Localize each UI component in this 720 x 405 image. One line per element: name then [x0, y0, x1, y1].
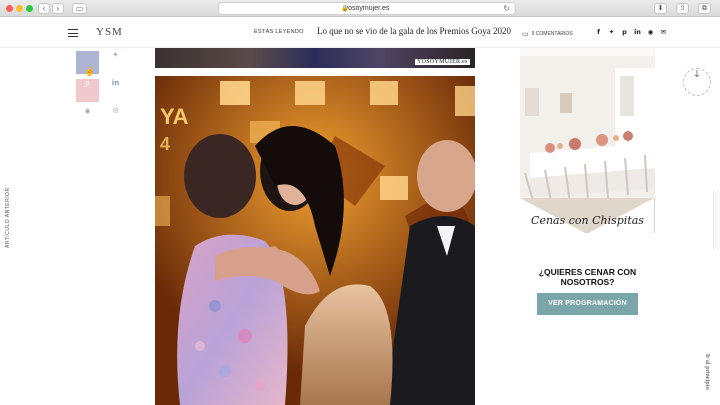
next-article-tab[interactable]: [713, 190, 720, 250]
pinterest-icon[interactable]: p: [618, 28, 631, 36]
mouse-pointer-icon: ☝: [84, 66, 96, 76]
zoom-window-button[interactable]: [26, 5, 33, 12]
menu-icon[interactable]: [68, 29, 78, 37]
ad-question: ¿QUIERES CENAR CON NOSOTROS?: [538, 267, 637, 287]
scroll-down-icon[interactable]: ↓: [683, 68, 711, 96]
comments-count: 9 COMENTARIOS: [531, 31, 573, 37]
close-window-button[interactable]: [6, 5, 13, 12]
image-watermark: YOSOYMUJER.es: [415, 59, 470, 65]
reload-icon[interactable]: ↻: [503, 3, 510, 15]
linkedin-icon[interactable]: in: [631, 28, 644, 36]
header-share-icons: f ✦ p in ◉ ✉: [592, 28, 670, 36]
goya-logo-text: YA: [160, 104, 189, 129]
facebook-icon[interactable]: f: [592, 28, 605, 36]
twitter-icon[interactable]: ✦: [605, 28, 618, 36]
address-bar[interactable]: 🔒 yosoymujer.es ↻: [218, 2, 516, 15]
twitter-share-button[interactable]: ✦: [104, 51, 127, 74]
download-button[interactable]: ⬇: [654, 3, 667, 14]
article-photo[interactable]: YA 4: [155, 76, 475, 405]
header-article-title[interactable]: Lo que no se vio de la gala de los Premi…: [317, 26, 511, 36]
comments-link[interactable]: ▭ 9 COMENTARIOS: [522, 29, 573, 38]
comment-icon: ▭: [522, 31, 529, 38]
tabs-button[interactable]: ⧉: [698, 3, 711, 14]
goya-logo-number: 4: [160, 134, 171, 154]
share-button[interactable]: ⇧: [676, 3, 689, 14]
email-share-button[interactable]: ✉: [104, 107, 127, 130]
advertisement[interactable]: Cenas con Chispitas ¿QUIERES CENAR CON N…: [520, 48, 655, 405]
site-logo[interactable]: YSM: [96, 26, 123, 38]
minimize-window-button[interactable]: [16, 5, 23, 12]
lock-icon: 🔒: [341, 6, 349, 12]
sidebar-toggle-button[interactable]: ▭: [72, 3, 87, 14]
pinterest-share-button[interactable]: p: [76, 79, 99, 102]
photo-scene: [155, 76, 475, 405]
article-image-previous: [155, 48, 475, 68]
url-text: yosoymujer.es: [344, 5, 390, 12]
whatsapp-icon[interactable]: ◉: [644, 28, 657, 36]
forward-button[interactable]: ›: [52, 3, 64, 14]
whatsapp-share-button[interactable]: ◉: [76, 107, 99, 130]
email-icon[interactable]: ✉: [657, 28, 670, 36]
linkedin-share-button[interactable]: in: [104, 79, 127, 102]
ad-cta-button[interactable]: VER PROGRAMACIÓN: [537, 293, 638, 315]
ad-script-title: Cenas con Chispitas: [531, 214, 644, 227]
back-to-top-link[interactable]: Ir al principio: [702, 354, 712, 400]
prev-article-label: ARTÍCULO ANTERIOR: [5, 187, 11, 248]
prev-article-link[interactable]: ARTÍCULO ANTERIOR: [5, 187, 15, 252]
back-to-top-label: Ir al principio: [704, 354, 711, 390]
back-button[interactable]: ‹: [38, 3, 50, 14]
site-header: YSM ESTÁS LEYENDO Lo que no se vio de la…: [0, 18, 720, 48]
reading-label: ESTÁS LEYENDO: [254, 29, 304, 35]
browser-chrome: ‹ › ▭ 🔒 yosoymujer.es ↻ ⬇ ⇧ ⧉: [0, 0, 720, 17]
